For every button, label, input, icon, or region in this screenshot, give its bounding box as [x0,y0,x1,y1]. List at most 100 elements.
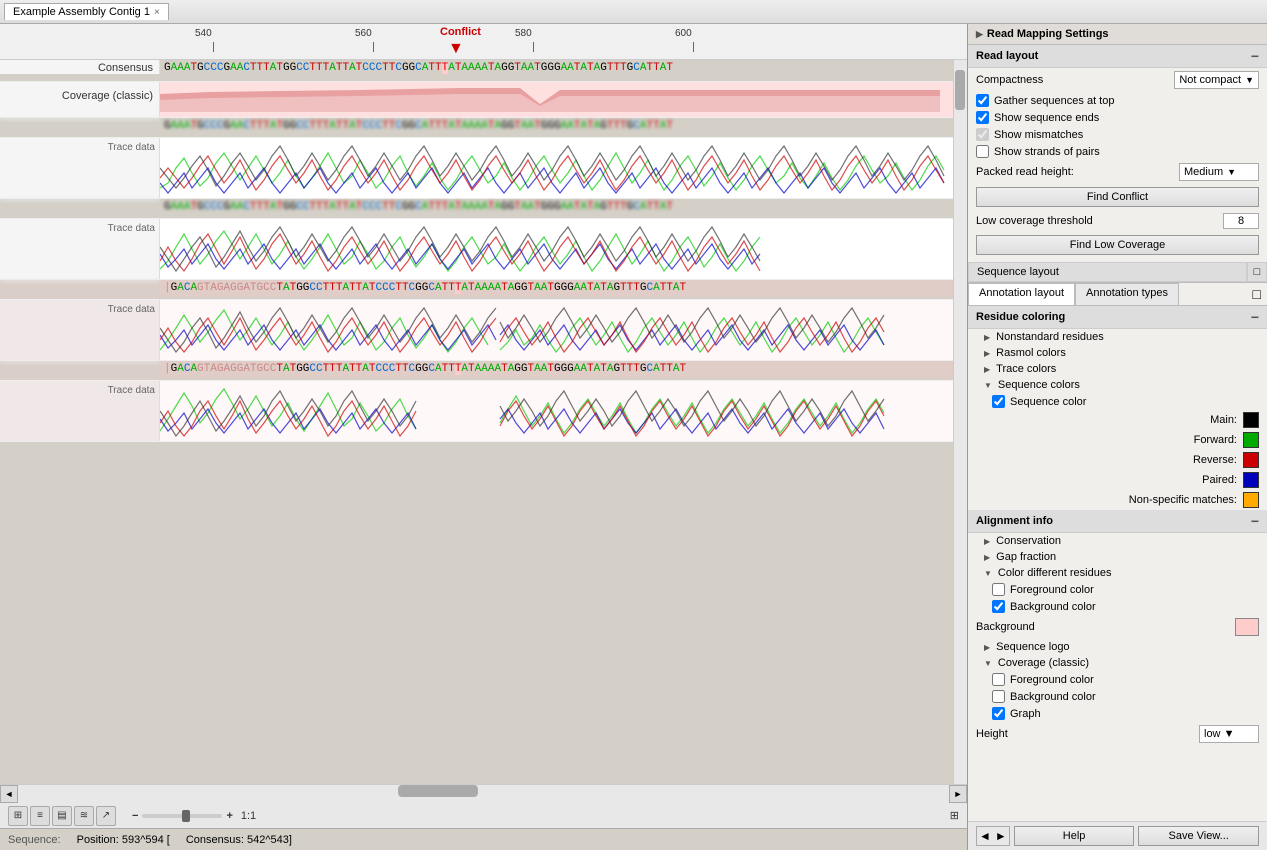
sequence-layout-tab[interactable]: Sequence layout [968,262,1247,282]
zoom-slider[interactable] [142,814,222,818]
save-view-button[interactable]: Save View... [1138,826,1259,846]
rasmol-colors-item[interactable]: ▶ Rasmol colors [968,345,1267,361]
zoom-minus[interactable]: − [132,810,138,822]
annotation-types-tab[interactable]: Annotation types [1075,283,1179,305]
close-tab-button[interactable]: × [154,7,160,18]
trace-container-2: Trace data [0,219,953,279]
trace-svg-2 [160,219,953,279]
annotation-layout-tab[interactable]: Annotation layout [968,283,1075,305]
read-layout-label: Read layout [976,50,1038,62]
ruler-line-560 [373,42,374,52]
main-color-swatch[interactable] [1243,412,1259,428]
reverse-color-row: Reverse: [968,450,1267,470]
annotation-collapse[interactable]: □ [1247,283,1267,305]
annotation-types-label: Annotation types [1086,287,1168,299]
help-button[interactable]: Help [1014,826,1135,846]
color-different-residues-item[interactable]: ▼ Color different residues [968,565,1267,581]
reverse-color-swatch[interactable] [1243,452,1259,468]
sequence-layout-tabs: Sequence layout □ [968,262,1267,283]
coverage-classic-item[interactable]: ▼ Coverage (classic) [968,655,1267,671]
zoom-plus[interactable]: + [226,810,232,822]
show-mismatches-row: Show mismatches [968,126,1267,143]
show-mismatches-checkbox[interactable] [976,128,989,141]
sequence-logo-label: Sequence logo [996,641,1069,653]
tool-btn-4[interactable]: ↗ [96,806,116,826]
right-arrow-button[interactable]: ► [995,829,1007,843]
consensus-value: Consensus: 542^543] [186,834,292,846]
trace-container-4: Trace data [0,381,953,441]
fg-color-checkbox[interactable] [992,583,1005,596]
compactness-dropdown[interactable]: Not compact ▼ [1174,71,1259,89]
sequence-logo-item[interactable]: ▶ Sequence logo [968,639,1267,655]
scroll-track[interactable] [18,785,949,803]
sequence-color-label: Sequence color [1010,396,1086,408]
height-row: Height low ▼ [968,722,1267,746]
residue-coloring-collapse[interactable]: − [1251,309,1259,325]
tool-btn-1[interactable]: ≡ [30,806,50,826]
title-bar: Example Assembly Contig 1 × [0,0,1267,24]
color-diff-triangle: ▼ [984,569,992,578]
coverage-fg-checkbox[interactable] [992,673,1005,686]
fg-color-label: Foreground color [1010,584,1094,596]
alignment-info-collapse[interactable]: − [1251,513,1259,529]
low-coverage-input[interactable] [1223,213,1259,229]
gather-sequences-checkbox[interactable] [976,94,989,107]
residue-coloring-label: Residue coloring [976,311,1065,323]
read-seq-row-2: GAAATGCCCGAACTTTATGGCCTTTATTATCCCTTCGGCA… [0,199,953,219]
sequence-colors-item[interactable]: ▼ Sequence colors [968,377,1267,393]
scroll-right-button[interactable]: ► [949,785,967,803]
background-color-swatch[interactable] [1235,618,1259,636]
trace-svg-container-2 [160,219,953,279]
tool-btn-3[interactable]: ≋ [74,806,94,826]
annotation-layout-label: Annotation layout [979,287,1064,299]
compactness-value: Not compact [1179,74,1241,86]
sequence-panel: Conflict ▼ 540 560 580 600 [0,24,967,850]
vertical-scrollbar[interactable] [953,60,967,784]
tool-btn-0[interactable]: ⊞ [8,806,28,826]
sequence-content-wrapper: Consensus GAAATGCCCGAACTTTATGGCCTTTATTAT… [0,60,967,784]
horizontal-scroll-thumb[interactable] [398,785,478,797]
trace-colors-item[interactable]: ▶ Trace colors [968,361,1267,377]
compactness-row: Compactness Not compact ▼ [968,68,1267,92]
read-seq-row-4: → |GACAGTAGAGGATGCCTATGGCCTTTATTATCCCTTC… [0,361,953,381]
right-panel: ▶ Read Mapping Settings Read layout − Co… [967,24,1267,850]
document-tab[interactable]: Example Assembly Contig 1 × [4,3,169,20]
read-seq-4: |GACAGTAGAGGATGCCTATGGCCTTTATTATCCCTTCGG… [160,361,953,377]
scroll-left-button[interactable]: ◄ [0,785,18,803]
find-low-coverage-button[interactable]: Find Low Coverage [976,235,1259,255]
forward-color-swatch[interactable] [1243,432,1259,448]
trace-container-1: Trace data [0,138,953,198]
seq-main: Conflict ▼ 540 560 580 600 [0,24,967,828]
left-arrow-button[interactable]: ◄ [979,829,991,843]
sequence-color-checkbox[interactable] [992,395,1005,408]
residue-coloring-section: Residue coloring − [968,306,1267,329]
conservation-item[interactable]: ▶ Conservation [968,533,1267,549]
show-sequence-ends-checkbox[interactable] [976,111,989,124]
height-dropdown[interactable]: low ▼ [1199,725,1259,743]
sequence-layout-collapse[interactable]: □ [1247,262,1267,282]
consensus-status: Consensus: 542^543] [186,834,292,846]
trace-label-2: Trace data [0,219,160,279]
nonstandard-residues-item[interactable]: ▶ Nonstandard residues [968,329,1267,345]
low-coverage-threshold-row: Low coverage threshold [968,210,1267,232]
bg-color-checkbox[interactable] [992,600,1005,613]
bg-color-checkbox-row: Background color [968,598,1267,615]
paired-color-swatch[interactable] [1243,472,1259,488]
position-status: Position: 593^594 [ [77,834,170,846]
show-strands-checkbox[interactable] [976,145,989,158]
nonstandard-triangle: ▶ [984,333,990,342]
view-toggle[interactable]: ⊞ [950,809,959,822]
main-container: Conflict ▼ 540 560 580 600 [0,24,1267,850]
vertical-scroll-thumb[interactable] [955,70,965,110]
graph-checkbox[interactable] [992,707,1005,720]
read-layout-collapse[interactable]: − [1251,48,1259,64]
non-specific-color-swatch[interactable] [1243,492,1259,508]
coverage-bg-checkbox[interactable] [992,690,1005,703]
tool-btn-2[interactable]: ▤ [52,806,72,826]
sequence-color-checkbox-row: Sequence color [968,393,1267,410]
ruler-line-580 [533,42,534,52]
show-sequence-ends-row: Show sequence ends [968,109,1267,126]
find-conflict-button[interactable]: Find Conflict [976,187,1259,207]
packed-read-height-dropdown[interactable]: Medium ▼ [1179,163,1259,181]
gap-fraction-item[interactable]: ▶ Gap fraction [968,549,1267,565]
